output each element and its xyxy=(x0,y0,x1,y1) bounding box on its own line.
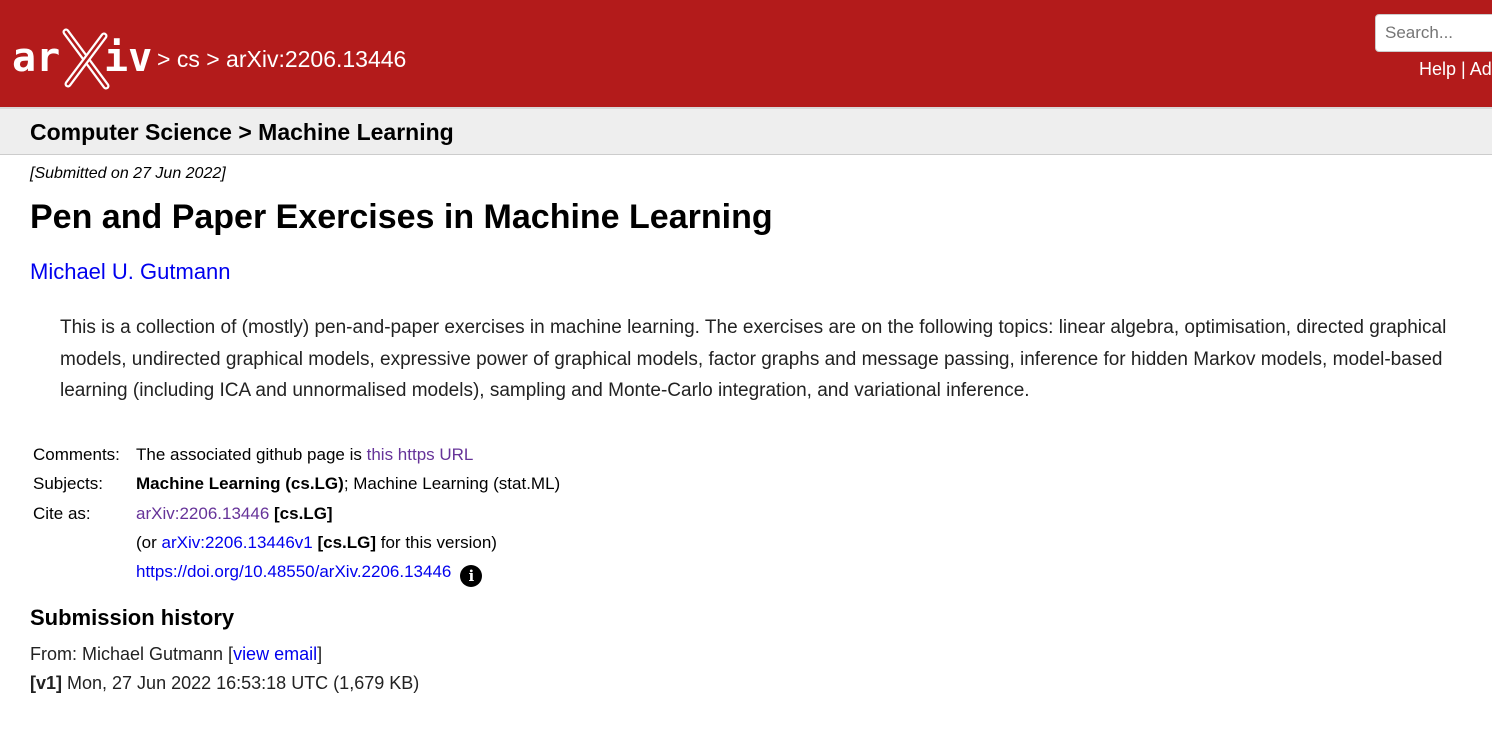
github-link[interactable]: this https URL xyxy=(367,445,474,464)
subject-heading: Computer Science > Machine Learning xyxy=(30,119,454,145)
paper-title: Pen and Paper Exercises in Machine Learn… xyxy=(30,198,773,236)
breadcrumb-paper-id: arXiv:2206.13446 xyxy=(226,46,407,72)
history-from-suffix: ] xyxy=(317,644,323,664)
cite-tag: [cs.LG] xyxy=(274,504,333,523)
top-links-separator: | xyxy=(1461,59,1466,79)
comments-text: The associated github page is xyxy=(136,445,367,464)
breadcrumb: > cs > arXiv:2206.13446 xyxy=(157,46,406,73)
search-placeholder: Search... xyxy=(1385,23,1454,42)
svg-text:ar: ar xyxy=(12,35,60,81)
site-header: ar iv > cs > arXiv:2206.13446 Search... … xyxy=(0,0,1492,107)
search-input[interactable]: Search... xyxy=(1375,14,1492,52)
abstract: This is a collection of (mostly) pen-and… xyxy=(60,317,1447,401)
cite-version-suffix: for this version) xyxy=(376,533,497,552)
version-tag: [v1] xyxy=(30,673,63,693)
subjects-label: Subjects: xyxy=(33,474,103,493)
cite-version-prefix: (or xyxy=(136,533,162,552)
advanced-search-link[interactable]: Ad xyxy=(1470,59,1492,79)
secondary-subject: ; Machine Learning (stat.ML) xyxy=(343,474,561,493)
author-link[interactable]: Michael U. Gutmann xyxy=(30,259,231,285)
cite-id-link[interactable]: arXiv:2206.13446 xyxy=(136,504,269,523)
doi-link[interactable]: https://doi.org/10.48550/arXiv.2206.1344… xyxy=(136,562,451,581)
breadcrumb-separator: > xyxy=(206,46,220,72)
svg-text:iv: iv xyxy=(104,35,152,81)
cite-label: Cite as: xyxy=(33,504,91,523)
primary-subject: Machine Learning (cs.LG) xyxy=(136,474,344,493)
breadcrumb-category-link[interactable]: cs xyxy=(177,46,200,72)
top-links: Help | Ad xyxy=(1419,59,1492,80)
version-details: Mon, 27 Jun 2022 16:53:18 UTC (1,679 KB) xyxy=(62,673,420,693)
history-from-prefix: From: Michael Gutmann [ xyxy=(30,644,234,664)
submission-date: [Submitted on 27 Jun 2022] xyxy=(30,165,226,182)
arxiv-logo[interactable]: ar iv xyxy=(12,28,154,90)
history-from: From: Michael Gutmann [view email] xyxy=(30,644,322,665)
submission-history-heading: Submission history xyxy=(30,605,235,630)
cite-version-tag: [cs.LG] xyxy=(317,533,377,552)
comments-label: Comments: xyxy=(33,445,120,464)
breadcrumb-separator: > xyxy=(157,46,171,72)
cite-version-link[interactable]: arXiv:2206.13446v1 xyxy=(162,533,313,552)
subject-bar: Computer Science > Machine Learning xyxy=(0,107,1492,155)
view-email-link[interactable]: view email xyxy=(233,644,317,664)
history-version-1: [v1] Mon, 27 Jun 2022 16:53:18 UTC (1,67… xyxy=(30,673,419,694)
help-link[interactable]: Help xyxy=(1419,59,1456,79)
info-icon[interactable]: i xyxy=(460,565,483,587)
